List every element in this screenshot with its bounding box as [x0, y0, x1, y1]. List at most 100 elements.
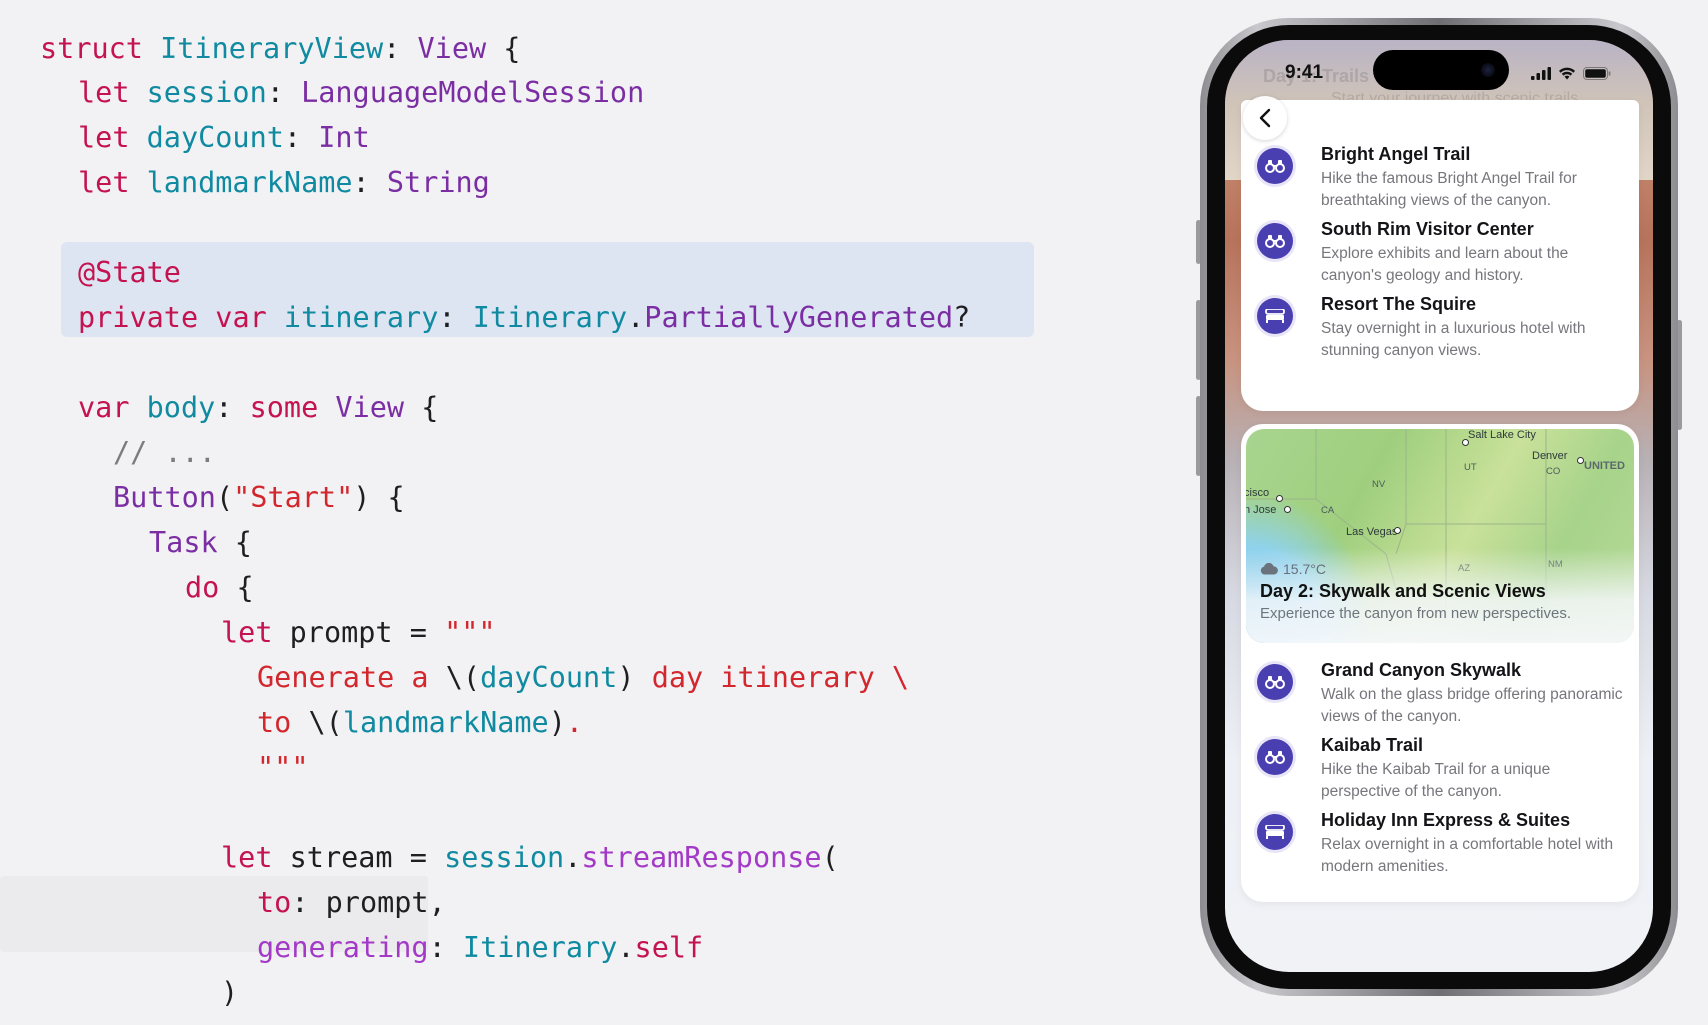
code-token: :	[215, 391, 250, 424]
code-token: :	[383, 32, 418, 65]
code-panel: struct ItineraryView: View { let session:…	[0, 0, 1090, 1025]
code-line: var body: some View {	[78, 388, 438, 428]
code-token: (	[215, 481, 234, 514]
code-token: some	[249, 391, 336, 424]
code-token: Itinerary	[472, 301, 628, 334]
activity-description: Explore exhibits and learn about the can…	[1321, 245, 1569, 284]
binoculars-icon	[1257, 223, 1293, 259]
map-label: n Jose	[1246, 504, 1277, 516]
code-token: struct	[40, 32, 161, 65]
chevron-left-icon	[1259, 108, 1271, 128]
code-token: """	[444, 616, 496, 649]
code-token: // ...	[113, 436, 216, 469]
binoculars-icon	[1257, 664, 1293, 700]
code-token: landmarkName	[342, 706, 549, 739]
code-token: to	[257, 886, 292, 919]
activity-description: Stay overnight in a luxurious hotel with…	[1321, 320, 1586, 359]
code-token: streamResponse	[581, 841, 822, 874]
binoculars-icon	[1257, 739, 1293, 775]
day2-title: Day 2: Skywalk and Scenic Views	[1260, 581, 1546, 601]
code-token: to	[257, 706, 309, 739]
activity-title: Resort The Squire	[1321, 294, 1477, 314]
code-line: private var itinerary: Itinerary.Partial…	[78, 298, 970, 338]
map-pin-san-jose	[1284, 506, 1291, 513]
code-token: dayCount	[146, 121, 284, 154]
code-token: """	[257, 751, 309, 784]
code-token: ItineraryView	[160, 32, 384, 65]
code-line: do {	[185, 568, 254, 608]
code-token: {	[217, 526, 252, 559]
code-token: session	[146, 76, 267, 109]
code-token: var	[78, 391, 147, 424]
code-token: Button	[113, 481, 216, 514]
code-line: let landmarkName: String	[78, 163, 490, 203]
activity-title: Grand Canyon Skywalk	[1321, 660, 1522, 680]
code-token: :	[438, 301, 473, 334]
code-line: generating: Itinerary.self	[257, 928, 703, 968]
code-token: Itinerary	[462, 931, 618, 964]
code-token: \(	[445, 661, 481, 694]
code-token: generating	[257, 931, 429, 964]
map-label: CA	[1321, 505, 1335, 516]
code-token: .	[565, 706, 584, 739]
status-icons	[1531, 67, 1611, 80]
code-token: @State	[78, 256, 181, 289]
bed-icon	[1257, 298, 1293, 334]
code-token: stream =	[289, 841, 445, 874]
code-token: let	[221, 616, 290, 649]
code-token: {	[219, 571, 254, 604]
cellular-signal-icon	[1531, 67, 1551, 80]
code-token: Generate a	[257, 661, 446, 694]
map-pin-las-vegas	[1394, 527, 1401, 534]
day2-card[interactable]: Salt Lake City Denver UNITED UT CO NV CA…	[1241, 424, 1639, 902]
code-token: View	[417, 32, 487, 65]
map-pin-denver	[1577, 457, 1584, 464]
map-label: UT	[1464, 462, 1477, 473]
wifi-icon	[1559, 67, 1575, 80]
bed-icon	[1257, 814, 1293, 850]
code-token: {	[486, 32, 521, 65]
code-token: private	[78, 301, 216, 334]
map-label: Las Vegas	[1346, 526, 1398, 538]
map-label: Salt Lake City	[1468, 429, 1536, 441]
code-token: self	[634, 931, 704, 964]
activity-title: South Rim Visitor Center	[1321, 219, 1534, 239]
activity-title: Kaibab Trail	[1321, 735, 1424, 755]
map-pin-san-francisco	[1276, 495, 1283, 502]
code-token: do	[185, 571, 220, 604]
code-token: let	[78, 76, 147, 109]
activity-description: Hike the famous Bright Angel Trail for b…	[1321, 170, 1577, 209]
dynamic-island	[1373, 50, 1509, 90]
code-line: Button("Start") {	[113, 478, 405, 518]
phone-screen: Day 1: Trails Start your journey with sc…	[1225, 40, 1653, 972]
code-token: session	[444, 841, 565, 874]
activity-description: Relax overnight in a comfortable hotel w…	[1321, 836, 1614, 875]
code-token: : prompt,	[291, 886, 446, 919]
code-token: day itinerary \	[651, 661, 910, 694]
code-token: let	[221, 841, 290, 874]
code-token: let	[78, 166, 147, 199]
weather-temperature: 15.7°C	[1283, 561, 1326, 577]
code-token: :	[352, 166, 387, 199]
map-label: NV	[1372, 479, 1386, 490]
day2-map[interactable]: Salt Lake City Denver UNITED UT CO NV CA…	[1246, 429, 1634, 643]
code-line: to: prompt,	[257, 883, 446, 923]
code-token: :	[283, 121, 319, 154]
day1-card: Bright Angel Trail Hike the famous Brigh…	[1241, 100, 1639, 411]
back-button[interactable]	[1243, 96, 1287, 140]
map-label: Denver	[1532, 450, 1568, 462]
code-line: // ...	[113, 433, 216, 473]
map-label: CO	[1546, 466, 1561, 477]
status-time: 9:41	[1285, 62, 1324, 83]
code-token: ?	[953, 301, 971, 334]
code-line: struct ItineraryView: View {	[40, 29, 520, 69]
weather-badge: 15.7°C	[1260, 561, 1326, 577]
code-token: )	[617, 661, 652, 694]
code-token: "Start"	[233, 481, 354, 514]
activity-title: Bright Angel Trail	[1321, 144, 1471, 164]
code-token: :	[428, 931, 463, 964]
code-line: to \(landmarkName).	[257, 703, 583, 743]
code-token: (	[821, 841, 839, 874]
code-line: @State	[78, 253, 181, 293]
code-line: )	[221, 973, 238, 1013]
